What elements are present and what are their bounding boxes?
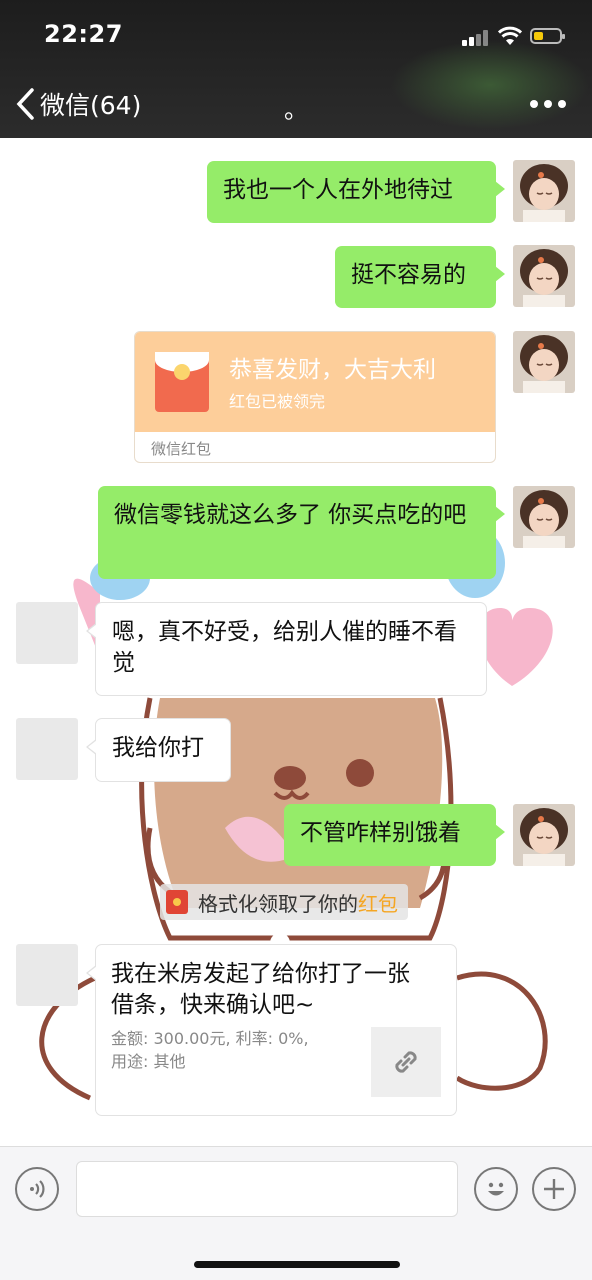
status-time: 22:27: [44, 20, 123, 48]
notice-red-packet-link[interactable]: 红包: [358, 888, 398, 917]
message-text: 挺不容易的: [351, 262, 466, 288]
loan-purpose-line: 用途: 其他: [111, 1052, 186, 1071]
message-input[interactable]: [76, 1161, 458, 1217]
voice-icon: [30, 1180, 45, 1198]
self-avatar[interactable]: [513, 331, 575, 393]
message-bubble-sent[interactable]: 我也一个人在外地待过: [207, 161, 505, 223]
message-text: 我给你打: [112, 735, 204, 761]
red-packet-status: 红包已被领完: [229, 392, 326, 411]
self-avatar[interactable]: [513, 245, 575, 307]
message-text: 微信零钱就这么多了 你买点吃的吧: [114, 502, 467, 528]
loan-amount-line: 金额: 300.00元, 利率: 0%,: [111, 1029, 309, 1048]
message-text: 不管咋样别饿着: [300, 820, 461, 846]
signal-icon: [462, 30, 492, 46]
self-avatar[interactable]: [513, 804, 575, 866]
plus-icon: [544, 1179, 564, 1199]
baby-photo-avatar-image: [513, 486, 575, 548]
red-packet-icon: [166, 890, 188, 914]
loan-card-title: 我在米房发起了给你打了一张借条，快来确认吧~: [111, 961, 410, 1018]
wifi-icon: [498, 26, 522, 45]
message-bubble-received[interactable]: 嗯，真不好受，给别人催的睡不看觉: [86, 602, 487, 696]
notice-text: 格式化领取了你的: [198, 891, 358, 916]
chat-screen: 22:27 微信(64) 。 我也一个人在外地待过 挺不容易的 恭喜发财，大吉大…: [0, 0, 592, 1280]
baby-photo-avatar-image: [513, 160, 575, 222]
loan-card-details: 金额: 300.00元, 利率: 0%, 用途: 其他: [111, 1027, 361, 1073]
emoji-icon: [488, 1182, 504, 1196]
home-indicator: [194, 1261, 400, 1268]
battery-icon: [530, 28, 565, 44]
baby-photo-avatar-image: [513, 331, 575, 393]
self-avatar[interactable]: [513, 486, 575, 548]
input-bar: [0, 1146, 592, 1280]
message-bubble-sent[interactable]: 挺不容易的: [335, 246, 505, 308]
message-text: 我也一个人在外地待过: [223, 177, 453, 203]
message-text: 嗯，真不好受，给别人催的睡不看觉: [112, 619, 457, 676]
red-packet-card[interactable]: 恭喜发财，大吉大利 红包已被领完 微信红包: [134, 331, 496, 463]
baby-photo-avatar-image: [513, 804, 575, 866]
contact-avatar[interactable]: [16, 944, 78, 1006]
message-list[interactable]: 我也一个人在外地待过 挺不容易的 恭喜发财，大吉大利 红包已被领完 微信红包 微…: [0, 138, 592, 1146]
message-bubble-sent[interactable]: 不管咋样别饿着: [284, 804, 505, 866]
red-packet-footer: 微信红包: [151, 440, 212, 458]
contact-avatar[interactable]: [16, 718, 78, 780]
baby-photo-avatar-image: [513, 245, 575, 307]
link-icon: [371, 1027, 441, 1097]
chat-title: 。: [284, 96, 308, 124]
voice-button[interactable]: [15, 1167, 59, 1211]
red-packet-title: 恭喜发财，大吉大利: [229, 357, 436, 383]
contact-avatar[interactable]: [16, 602, 78, 664]
emoji-button[interactable]: [474, 1167, 518, 1211]
system-notice: 格式化领取了你的 红包: [160, 884, 408, 920]
self-avatar[interactable]: [513, 160, 575, 222]
more-actions-button[interactable]: [532, 1167, 576, 1211]
top-bar: 22:27 微信(64) 。: [0, 0, 592, 138]
message-bubble-received[interactable]: 我给你打: [86, 718, 231, 782]
message-bubble-sent[interactable]: 微信零钱就这么多了 你买点吃的吧: [98, 486, 505, 579]
more-button[interactable]: [530, 94, 574, 114]
red-packet-header: 恭喜发财，大吉大利 红包已被领完: [135, 332, 495, 432]
red-envelope-icon: [155, 352, 209, 412]
loan-card[interactable]: 我在米房发起了给你打了一张借条，快来确认吧~ 金额: 300.00元, 利率: …: [86, 944, 457, 1116]
